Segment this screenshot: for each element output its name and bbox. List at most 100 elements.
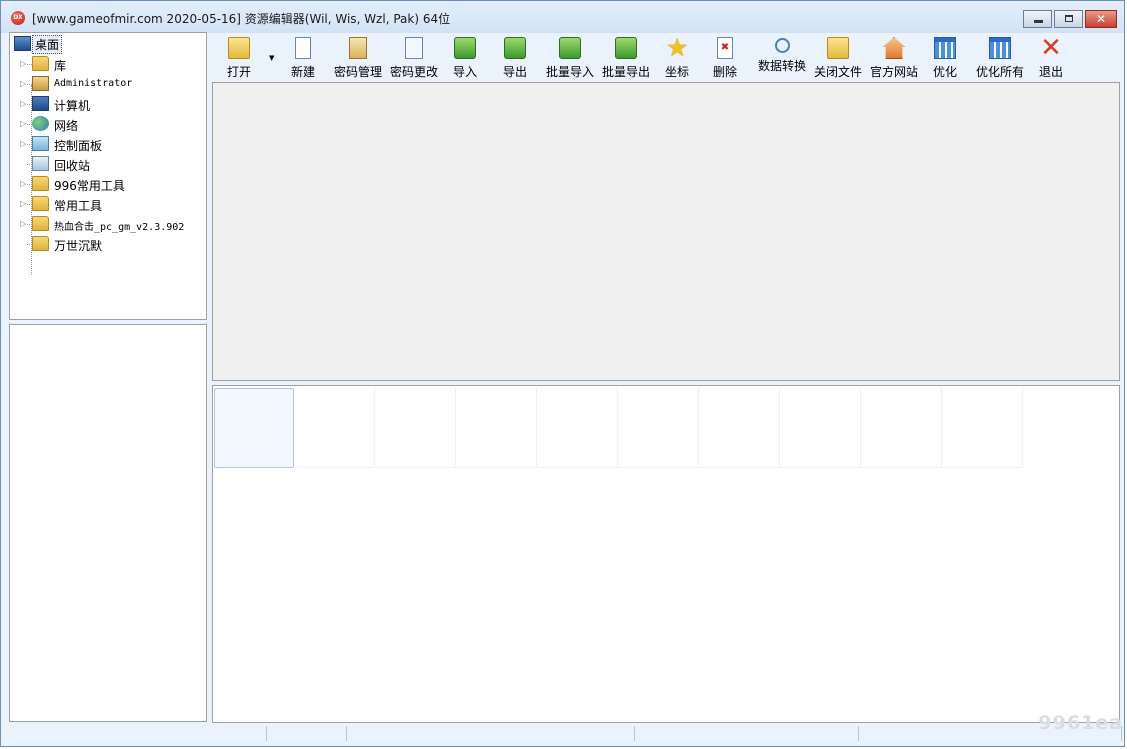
watermark: 9961ea xyxy=(1038,712,1123,734)
toolbar-button-label: 删除 xyxy=(712,65,737,79)
status-segment xyxy=(635,726,859,741)
thumbnail-cell[interactable] xyxy=(700,388,780,468)
tree-item[interactable]: ▷ 网络 xyxy=(10,114,206,134)
thumbnail-cell[interactable] xyxy=(457,388,537,468)
expand-arrow-icon[interactable]: ▷ xyxy=(20,199,26,208)
close-button[interactable]: ✕ xyxy=(1085,10,1117,28)
computer-icon xyxy=(32,96,49,111)
toolbar-button[interactable]: 导出 xyxy=(501,34,529,80)
tree-item-label: 库 xyxy=(54,59,67,73)
close-file-icon xyxy=(827,37,849,59)
expand-arrow-icon[interactable]: ▷ xyxy=(20,99,26,108)
tree-item[interactable]: ▷ 库 xyxy=(10,54,206,74)
batch-import-icon xyxy=(559,37,581,59)
image-view-area[interactable] xyxy=(212,82,1120,381)
toolbar-button-label: 批量导入 xyxy=(545,65,594,79)
tree-item-desktop[interactable]: 桌面 xyxy=(10,34,206,54)
tree-item[interactable]: 万世沉默 xyxy=(10,234,206,254)
minimize-button[interactable] xyxy=(1023,10,1052,28)
toolbar-button[interactable]: 批量导出 xyxy=(599,34,653,80)
documents-icon xyxy=(405,37,423,59)
toolbar-button-label: 坐标 xyxy=(664,65,689,79)
tree-item-label: 网络 xyxy=(54,119,79,133)
toolbar-button[interactable]: ★ 坐标 xyxy=(663,34,691,80)
toolbar-button[interactable]: 打开 xyxy=(225,34,253,80)
expand-arrow-icon[interactable]: ▷ xyxy=(20,139,26,148)
grid-icon xyxy=(934,37,956,59)
dropdown-arrow-icon[interactable]: ▼ xyxy=(269,54,274,62)
app-icon: DX xyxy=(11,11,25,25)
thumbnail-cell[interactable] xyxy=(619,388,699,468)
tree-item[interactable]: 回收站 xyxy=(10,154,206,174)
tree-item[interactable]: ▷ 控制面板 xyxy=(10,134,206,154)
grid-all-icon xyxy=(989,37,1011,59)
toolbar-button[interactable]: 密码管理 xyxy=(331,34,385,80)
import-icon xyxy=(454,37,476,59)
thumbnail-cell[interactable] xyxy=(295,388,375,468)
toolbar-button[interactable]: 官方网站 xyxy=(867,34,921,80)
control-panel-icon xyxy=(32,136,49,151)
toolbar-button[interactable]: 优化 xyxy=(931,34,959,80)
toolbar-button-label: 密码管理 xyxy=(333,65,382,79)
toolbar-button-label: 导入 xyxy=(452,65,477,79)
expand-arrow-icon[interactable]: ▷ xyxy=(20,59,26,68)
toolbar-button-label: 关闭文件 xyxy=(813,65,862,79)
tree-item[interactable]: ▷ Administrator xyxy=(10,74,206,94)
library-folder-icon xyxy=(32,56,49,71)
magnifier-icon xyxy=(774,38,790,53)
user-folder-icon xyxy=(32,76,49,91)
toolbar-button-label: 数据转换 xyxy=(757,59,806,73)
thumbnail-cell[interactable] xyxy=(214,388,294,468)
exit-x-icon: ✕ xyxy=(1040,33,1062,63)
toolbar-button[interactable]: 新建 xyxy=(289,34,317,80)
thumbnail-cell[interactable] xyxy=(781,388,861,468)
toolbar-button[interactable]: 批量导入 xyxy=(543,34,597,80)
title-bar[interactable]: DX [www.gameofmir.com 2020-05-16] 资源编辑器(… xyxy=(1,1,1124,33)
folder-icon xyxy=(32,196,49,211)
delete-icon: ✖ xyxy=(717,37,733,59)
toolbar-button-label: 导出 xyxy=(502,65,527,79)
toolbar-button-label: 新建 xyxy=(290,65,315,79)
toolbar-button[interactable]: 数据转换 xyxy=(755,34,809,80)
folder-icon xyxy=(32,236,49,251)
toolbar-button[interactable]: ✖ 删除 xyxy=(711,34,739,80)
home-icon xyxy=(883,37,905,59)
tree-item[interactable]: ▷ 热血合击_pc_gm_v2.3.902 xyxy=(10,214,206,234)
close-icon: ✕ xyxy=(1095,12,1107,26)
expand-arrow-icon[interactable]: ▷ xyxy=(20,119,26,128)
expand-arrow-icon[interactable]: ▷ xyxy=(20,79,26,88)
toolbar-button[interactable]: 密码更改 xyxy=(387,34,441,80)
tree-item[interactable]: ▷ 996常用工具 xyxy=(10,174,206,194)
toolbar-button[interactable]: 优化所有 xyxy=(973,34,1027,80)
thumbnail-cell[interactable] xyxy=(943,388,1023,468)
thumbnail-cell[interactable] xyxy=(376,388,456,468)
tree-item-label: Administrator xyxy=(54,78,133,89)
tree-item[interactable]: ▷ 常用工具 xyxy=(10,194,206,214)
status-bar xyxy=(9,724,1122,742)
maximize-icon xyxy=(1065,15,1073,22)
tree-item-label: 桌面 xyxy=(32,35,63,54)
thumbnail-cell[interactable] xyxy=(538,388,618,468)
toolbar-button[interactable]: ✕ 退出 xyxy=(1037,34,1065,80)
thumbnail-grid[interactable] xyxy=(212,385,1120,723)
tree-item-label: 996常用工具 xyxy=(54,179,125,193)
minimize-icon xyxy=(1034,20,1043,23)
batch-export-icon xyxy=(615,37,637,59)
tree-item-label: 常用工具 xyxy=(54,199,103,213)
maximize-button[interactable] xyxy=(1054,10,1083,28)
status-segment xyxy=(347,726,635,741)
toolbar-button[interactable]: 导入 xyxy=(451,34,479,80)
preview-panel[interactable] xyxy=(9,324,207,722)
tree-item-label: 回收站 xyxy=(54,159,91,173)
toolbar-button[interactable]: 关闭文件 xyxy=(811,34,865,80)
folder-icon xyxy=(32,216,49,231)
expand-arrow-icon[interactable]: ▷ xyxy=(20,219,26,228)
status-segment xyxy=(9,726,267,741)
thumbnail-cell[interactable] xyxy=(862,388,942,468)
recycle-bin-icon xyxy=(32,156,49,171)
toolbar-button-label: 打开 xyxy=(226,65,251,79)
expand-arrow-icon[interactable]: ▷ xyxy=(20,179,26,188)
folder-tree[interactable]: 桌面 ▷ 库 ▷ Administrator ▷ 计算机 ▷ 网络 ▷ 控制面板 回收站 ▷ 996常用… xyxy=(9,32,207,320)
tree-item[interactable]: ▷ 计算机 xyxy=(10,94,206,114)
star-icon: ★ xyxy=(666,33,689,62)
